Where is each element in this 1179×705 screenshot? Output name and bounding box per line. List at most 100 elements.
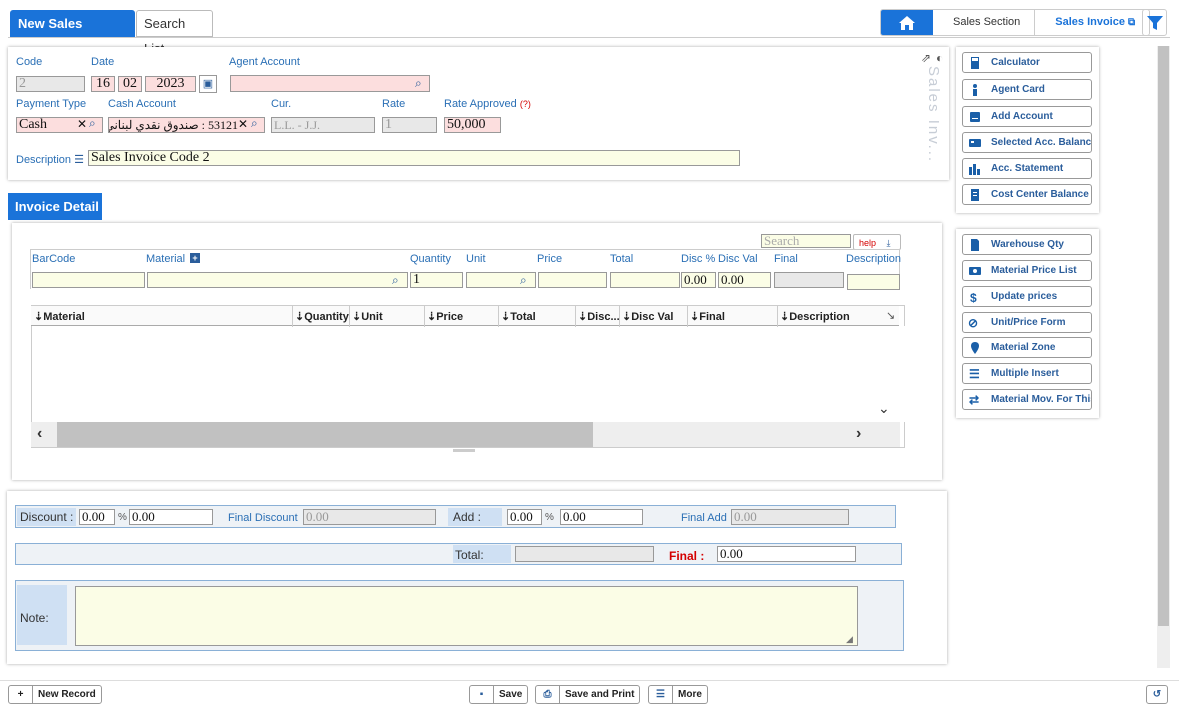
new-record-button[interactable]: + New Record: [8, 685, 102, 704]
chevron-left-icon[interactable]: ‹: [37, 425, 42, 443]
total-input[interactable]: [610, 272, 680, 288]
rate-field[interactable]: 1: [382, 117, 437, 133]
grid-header: ⇣Material ⇣Quantity ⇣Unit ⇣Price ⇣Total …: [31, 305, 899, 327]
final-total-field[interactable]: 0.00: [717, 546, 856, 562]
tab-search-list[interactable]: Search List: [136, 10, 213, 56]
agent-card-button[interactable]: Agent Card: [962, 79, 1092, 100]
add-val-input[interactable]: 0.00: [560, 509, 643, 525]
breadcrumb-sales-section[interactable]: Sales Section: [933, 10, 1034, 35]
column-separator[interactable]: [292, 306, 293, 327]
chevron-right-icon[interactable]: ›: [856, 425, 861, 443]
disc-val-input[interactable]: 0.00: [718, 272, 771, 288]
selected-acc-balance-button[interactable]: Selected Acc. Balance: [962, 132, 1092, 153]
resize-handle[interactable]: [453, 449, 475, 452]
material-mov-button[interactable]: ⇄ Material Mov. For This: [962, 389, 1092, 410]
date-year-field[interactable]: 2023: [145, 76, 196, 92]
grid-search-input[interactable]: Search: [761, 234, 851, 248]
multiple-insert-button[interactable]: ☰ Multiple Insert: [962, 363, 1092, 384]
quantity-input[interactable]: 1: [410, 272, 463, 288]
code-field[interactable]: 2: [16, 76, 85, 92]
rate-approved-field[interactable]: 50,000: [444, 117, 501, 133]
barcode-input[interactable]: [32, 272, 145, 288]
cost-center-balance-button[interactable]: Cost Center Balance: [962, 184, 1092, 205]
percent-sign: %: [545, 512, 554, 523]
column-disc-val[interactable]: ⇣Disc Val: [622, 310, 673, 323]
tab-new-sales-invoice[interactable]: New Sales Invoice: [10, 10, 135, 56]
home-icon[interactable]: [881, 10, 933, 35]
page-scrollbar-thumb[interactable]: [1158, 46, 1169, 626]
add-material-icon[interactable]: +: [190, 253, 200, 263]
resize-grip-icon[interactable]: ◢: [846, 634, 853, 645]
final-discount-field[interactable]: 0.00: [303, 509, 436, 525]
search-icon[interactable]: ⌕: [415, 76, 422, 91]
search-icon[interactable]: ⌕: [520, 273, 527, 288]
clear-icon[interactable]: ✕: [77, 117, 87, 131]
column-separator[interactable]: [687, 306, 688, 327]
discount-pct-input[interactable]: 0.00: [79, 509, 115, 525]
search-icon[interactable]: ⌕: [251, 116, 258, 131]
material-input[interactable]: [147, 272, 408, 288]
material-zone-button[interactable]: Material Zone: [962, 337, 1092, 358]
column-unit[interactable]: ⇣Unit: [352, 310, 383, 323]
code-label: Code: [16, 56, 43, 68]
column-quantity[interactable]: ⇣Quantity: [295, 310, 349, 323]
page-scrollbar[interactable]: [1157, 46, 1170, 668]
add-pct-input[interactable]: 0.00: [507, 509, 542, 525]
unit-price-form-button[interactable]: ⊘ Unit/Price Form: [962, 312, 1092, 333]
share-icon[interactable]: ⇗: [921, 51, 931, 65]
column-quantity-label: Quantity: [304, 311, 349, 323]
description-field[interactable]: Sales Invoice Code 2: [88, 150, 740, 166]
filter-button[interactable]: [1142, 9, 1167, 36]
warehouse-qty-button[interactable]: Warehouse Qty: [962, 234, 1092, 255]
column-separator[interactable]: [349, 306, 350, 327]
search-icon[interactable]: ⌕: [392, 273, 399, 288]
column-separator[interactable]: [424, 306, 425, 327]
save-button[interactable]: ▪ Save: [469, 685, 529, 704]
column-menu-icon[interactable]: ↘: [886, 309, 895, 322]
update-prices-button[interactable]: $ Update prices: [962, 286, 1092, 307]
column-final[interactable]: ⇣Final: [690, 310, 725, 323]
total-field[interactable]: [515, 546, 654, 562]
tab-invoice-detail[interactable]: Invoice Detail: [8, 193, 102, 220]
column-separator[interactable]: [575, 306, 576, 327]
more-button[interactable]: ☰ More: [648, 685, 708, 704]
column-separator[interactable]: [619, 306, 620, 327]
add-account-button[interactable]: Add Account: [962, 106, 1092, 127]
note-label: Note:: [17, 585, 67, 645]
column-total[interactable]: ⇣Total: [501, 310, 536, 323]
column-price[interactable]: ⇣Price: [427, 310, 463, 323]
acc-statement-button[interactable]: Acc. Statement: [962, 158, 1092, 179]
final-input[interactable]: [774, 272, 844, 288]
discount-val-input[interactable]: 0.00: [129, 509, 213, 525]
date-month-field[interactable]: 02: [118, 76, 142, 92]
column-separator[interactable]: [777, 306, 778, 327]
contrast-icon[interactable]: ◐: [936, 51, 943, 65]
date-day-field[interactable]: 16: [91, 76, 115, 92]
note-textarea[interactable]: [75, 586, 858, 646]
grid-hscroll[interactable]: ‹ ›: [31, 422, 900, 447]
grid-hscroll-thumb[interactable]: [57, 422, 593, 447]
currency-field[interactable]: L.L. - J.J.: [271, 117, 375, 133]
calendar-icon[interactable]: ▣: [199, 75, 217, 93]
rate-approved-hint[interactable]: (?): [520, 99, 531, 109]
help-button[interactable]: help ⤓: [853, 234, 901, 250]
cash-account-label: Cash Account: [108, 98, 176, 110]
save-print-button[interactable]: ⎙ Save and Print: [535, 685, 641, 704]
clear-icon[interactable]: ✕: [238, 117, 248, 131]
disc-pct-input[interactable]: 0.00: [681, 272, 716, 288]
column-description[interactable]: ⇣Description: [780, 310, 850, 323]
new-record-label: New Record: [38, 689, 96, 700]
column-material[interactable]: ⇣Material: [34, 310, 85, 323]
agent-account-input[interactable]: [230, 75, 430, 92]
column-separator[interactable]: [498, 306, 499, 327]
breadcrumb-sales-invoice[interactable]: Sales Invoice ⧉: [1034, 10, 1149, 35]
chevron-down-icon[interactable]: ⌄: [878, 400, 890, 417]
search-icon[interactable]: ⌕: [89, 116, 96, 131]
column-disc[interactable]: ⇣Disc...: [578, 310, 620, 323]
material-price-list-button[interactable]: Material Price List: [962, 260, 1092, 281]
description-entry-input[interactable]: [847, 274, 900, 290]
history-button[interactable]: ↺: [1146, 685, 1168, 704]
price-input[interactable]: [538, 272, 607, 288]
calculator-button[interactable]: Calculator: [962, 52, 1092, 73]
final-add-field[interactable]: 0.00: [731, 509, 849, 525]
